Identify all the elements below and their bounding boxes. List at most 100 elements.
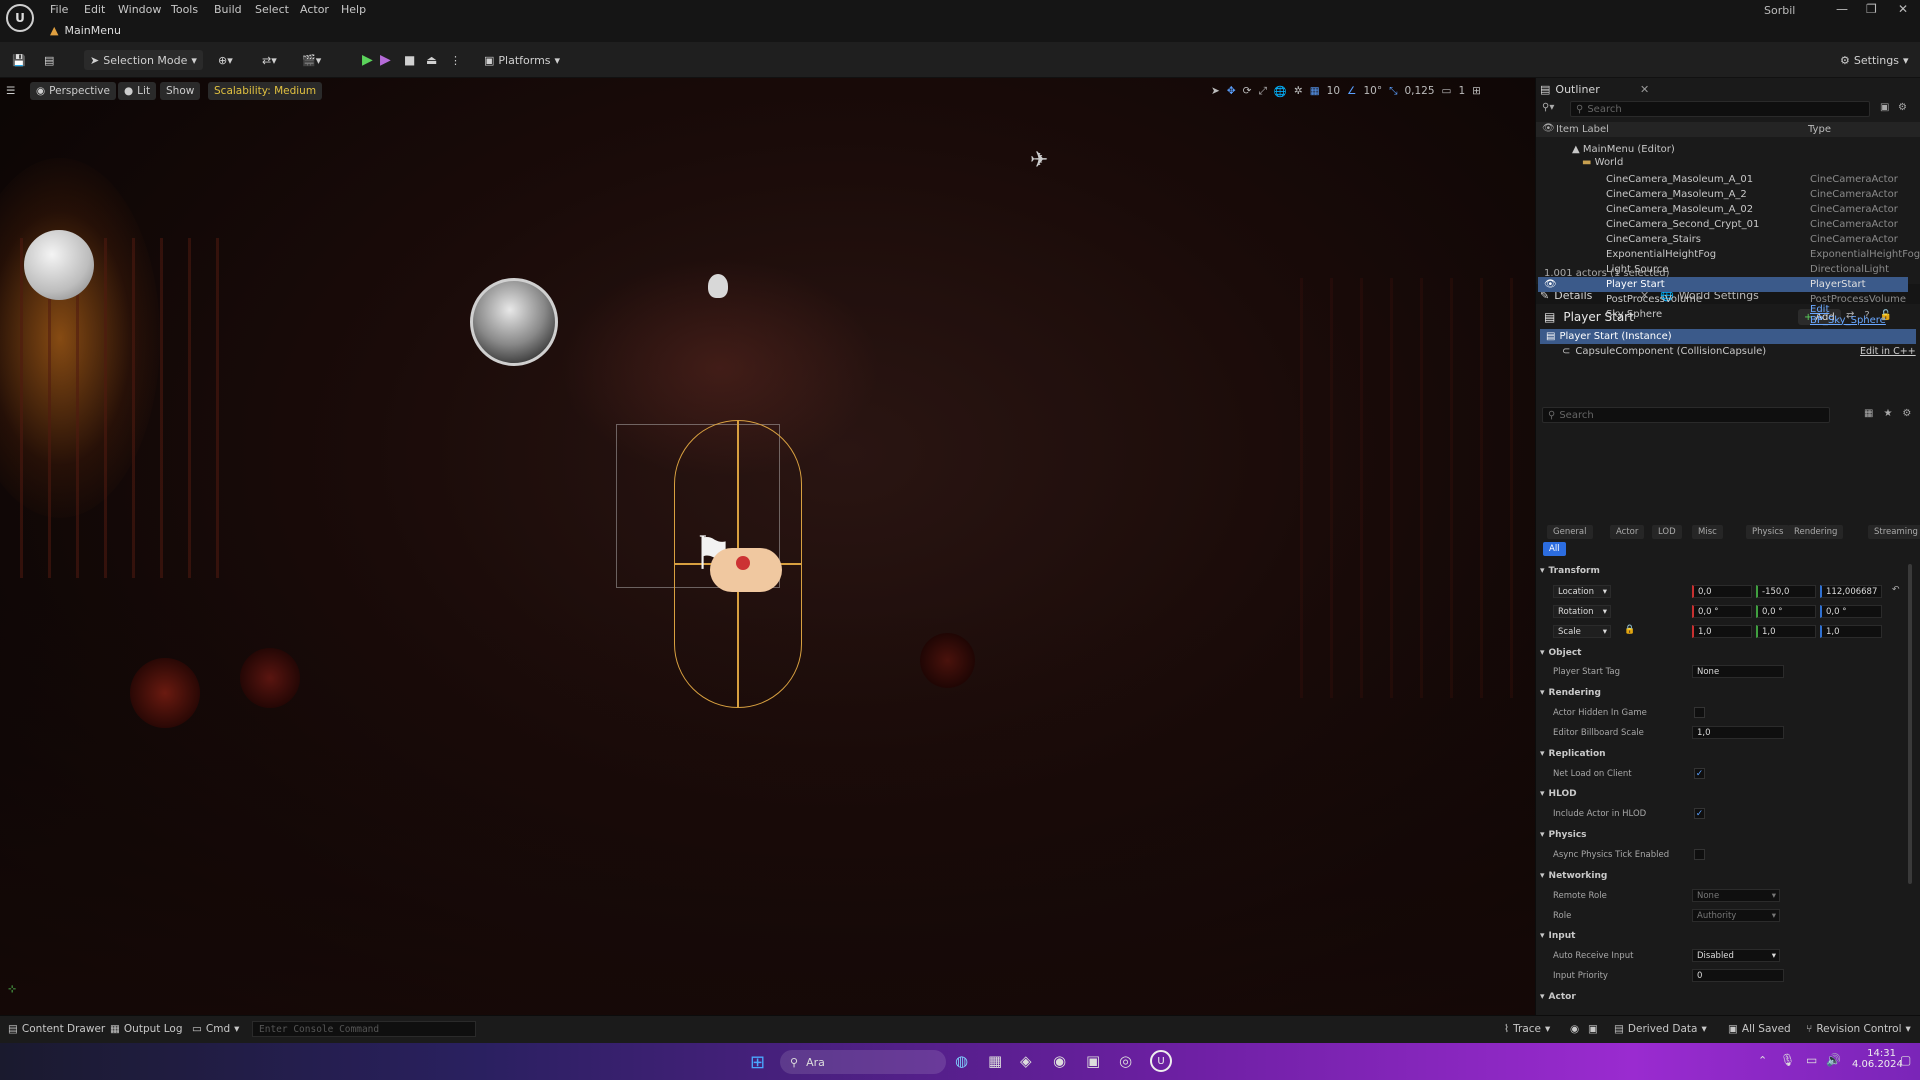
role-dropdown[interactable]: Authority ▾ xyxy=(1692,909,1780,922)
filter-lod[interactable]: LOD xyxy=(1652,525,1682,539)
level-tab[interactable]: ▲ MainMenu xyxy=(50,20,140,40)
save-icon[interactable]: 💾 xyxy=(12,50,26,70)
menu-file[interactable]: File xyxy=(50,3,68,16)
viewport-menu-icon[interactable]: ☰ xyxy=(0,82,21,100)
angle-snap-icon[interactable]: ∠ xyxy=(1347,85,1356,97)
scale-z-field[interactable]: 1,0 xyxy=(1820,625,1882,638)
filter-all[interactable]: All xyxy=(1543,542,1566,556)
scalability-warning[interactable]: Scalability: Medium xyxy=(208,82,323,100)
outliner-world[interactable]: ▬ World xyxy=(1582,157,1623,168)
filter-physics[interactable]: Physics xyxy=(1746,525,1790,539)
scale-size[interactable]: 0,125 xyxy=(1404,85,1434,97)
camera-icon[interactable]: ✈ xyxy=(1030,148,1048,173)
perspective-button[interactable]: ◉ Perspective xyxy=(30,82,116,100)
unreal-taskbar-icon[interactable]: U xyxy=(1150,1050,1172,1072)
details-scrollbar[interactable] xyxy=(1908,564,1912,884)
outliner-settings-icon[interactable]: ⚙ xyxy=(1898,102,1907,113)
gizmo-center-icon[interactable] xyxy=(736,556,750,570)
outliner-row[interactable]: CineCamera_Stairs CineCameraActor xyxy=(1538,232,1908,247)
category-networking[interactable]: ▾ Networking xyxy=(1540,869,1607,883)
outliner-row-selected[interactable]: 👁 Player Start PlayerStart xyxy=(1538,277,1908,292)
menu-actor[interactable]: Actor xyxy=(300,3,329,16)
angle-size[interactable]: 10° xyxy=(1363,85,1382,97)
add-folder-icon[interactable]: ▣ xyxy=(1880,102,1889,113)
rotation-x-field[interactable]: 0,0 ° xyxy=(1692,605,1752,618)
clock[interactable]: 14:31 4.06.2024 xyxy=(1852,1048,1903,1070)
scale-snap-icon[interactable]: ⤡ xyxy=(1389,85,1397,98)
player-start-tag-field[interactable]: None xyxy=(1692,665,1784,678)
details-search-input[interactable]: ⚲ Search xyxy=(1542,407,1830,423)
menu-help[interactable]: Help xyxy=(341,3,366,16)
menu-edit[interactable]: Edit xyxy=(84,3,105,16)
app-icon[interactable]: ◎ xyxy=(1119,1052,1132,1070)
close-icon[interactable]: ✕ xyxy=(1898,2,1908,16)
category-physics[interactable]: ▾ Physics xyxy=(1540,828,1587,842)
category-input[interactable]: ▾ Input xyxy=(1540,929,1575,943)
edit-in-cpp-link[interactable]: Edit in C++ xyxy=(1860,346,1916,357)
location-y-field[interactable]: -150,0 xyxy=(1756,585,1816,598)
grid-view-icon[interactable]: ▦ xyxy=(1864,408,1873,419)
star-icon[interactable]: ★ xyxy=(1883,408,1892,419)
record-icon[interactable]: ◉ xyxy=(1570,1023,1579,1035)
category-actor[interactable]: ▾ Actor xyxy=(1540,990,1576,1004)
platforms-button[interactable]: ▣ Platforms ▾ xyxy=(484,50,560,70)
select-tool-icon[interactable]: ➤ xyxy=(1211,85,1220,97)
scale-tool-icon[interactable]: ⤢ xyxy=(1258,85,1266,98)
rotation-dropdown[interactable]: Rotation ▾ xyxy=(1553,605,1611,618)
windows-start-icon[interactable]: ⊞ xyxy=(750,1052,765,1073)
all-saved-button[interactable]: ▣ All Saved xyxy=(1728,1023,1791,1035)
screenshot-icon[interactable]: ▣ xyxy=(1588,1023,1598,1035)
github-icon[interactable]: ◉ xyxy=(1053,1052,1066,1070)
level-viewport[interactable]: ✈ ⚑ ☰ ◉ Perspective ● Lit Show Scalabili… xyxy=(0,78,1535,1015)
blueprint-icon[interactable]: ⇄▾ xyxy=(262,50,277,70)
derived-data-button[interactable]: ▤ Derived Data ▾ xyxy=(1614,1023,1707,1035)
selection-mode-button[interactable]: ➤ Selection Mode ▾ xyxy=(84,50,203,70)
trace-button[interactable]: ⌇ Trace ▾ xyxy=(1504,1023,1550,1035)
filter-misc[interactable]: Misc xyxy=(1692,525,1723,539)
sky-sphere-icon[interactable] xyxy=(470,278,558,366)
billboard-scale-field[interactable]: 1,0 xyxy=(1692,726,1784,739)
camera-speed-icon[interactable]: ▭ xyxy=(1442,85,1452,97)
play-icon[interactable]: ▶ xyxy=(362,50,373,70)
reset-icon[interactable]: ↶ xyxy=(1892,585,1900,595)
layout-icon[interactable]: ⊞ xyxy=(1472,85,1481,97)
rotation-z-field[interactable]: 0,0 ° xyxy=(1820,605,1882,618)
scale-x-field[interactable]: 1,0 xyxy=(1692,625,1752,638)
visibility-icon[interactable]: 👁 xyxy=(1544,279,1557,290)
outliner-search-input[interactable]: ⚲ Search xyxy=(1570,101,1870,117)
menu-tools[interactable]: Tools xyxy=(171,3,198,16)
col-item-label[interactable]: Item Label xyxy=(1556,124,1609,135)
rotate-tool-icon[interactable]: ⟳ xyxy=(1243,85,1252,97)
async-physics-checkbox[interactable] xyxy=(1694,849,1705,860)
details-settings-icon[interactable]: ⚙ xyxy=(1902,408,1911,419)
outliner-row[interactable]: CineCamera_Masoleum_A_2 CineCameraActor xyxy=(1538,187,1908,202)
category-object[interactable]: ▾ Object xyxy=(1540,646,1581,660)
console-input[interactable]: Enter Console Command xyxy=(252,1021,476,1037)
maximize-icon[interactable]: ❐ xyxy=(1866,2,1877,16)
browser-icon[interactable]: ◍ xyxy=(955,1052,968,1070)
notification-icon[interactable]: ▢ xyxy=(1900,1053,1911,1067)
menu-window[interactable]: Window xyxy=(118,3,161,16)
world-icon[interactable]: 🌐 xyxy=(1274,85,1287,98)
unreal-logo-icon[interactable]: U xyxy=(6,4,34,32)
outliner-row[interactable]: Sky Sphere Edit BP_Sky_Sphere xyxy=(1538,304,1908,326)
epic-games-icon[interactable]: ▣ xyxy=(1086,1052,1100,1070)
outliner-root[interactable]: ▲ MainMenu (Editor) xyxy=(1572,144,1675,155)
cmd-dropdown[interactable]: ▭ Cmd ▾ xyxy=(192,1023,239,1035)
output-log-button[interactable]: ▦ Output Log xyxy=(110,1023,183,1035)
move-tool-icon[interactable]: ✥ xyxy=(1227,85,1236,97)
outliner-row[interactable]: Light Source DirectionalLight xyxy=(1538,262,1908,277)
outliner-row[interactable]: ExponentialHeightFog ExponentialHeightFog xyxy=(1538,247,1920,262)
scale-y-field[interactable]: 1,0 xyxy=(1756,625,1816,638)
category-replication[interactable]: ▾ Replication xyxy=(1540,747,1606,761)
discord-icon[interactable]: ◈ xyxy=(1020,1052,1032,1070)
menu-select[interactable]: Select xyxy=(255,3,289,16)
content-drawer-button[interactable]: ▤ Content Drawer xyxy=(8,1023,105,1035)
content-icon[interactable]: ▤ xyxy=(44,50,54,70)
outliner-row[interactable]: CineCamera_Masoleum_A_02 CineCameraActor xyxy=(1538,202,1908,217)
outliner-row[interactable]: CineCamera_Masoleum_A_01 CineCameraActor xyxy=(1538,172,1908,187)
tray-chevron-icon[interactable]: ⌃ xyxy=(1758,1054,1767,1067)
filter-general[interactable]: General xyxy=(1547,525,1593,539)
category-transform[interactable]: ▾ Transform xyxy=(1540,564,1600,578)
lock-icon[interactable]: 🔒 xyxy=(1624,625,1635,635)
